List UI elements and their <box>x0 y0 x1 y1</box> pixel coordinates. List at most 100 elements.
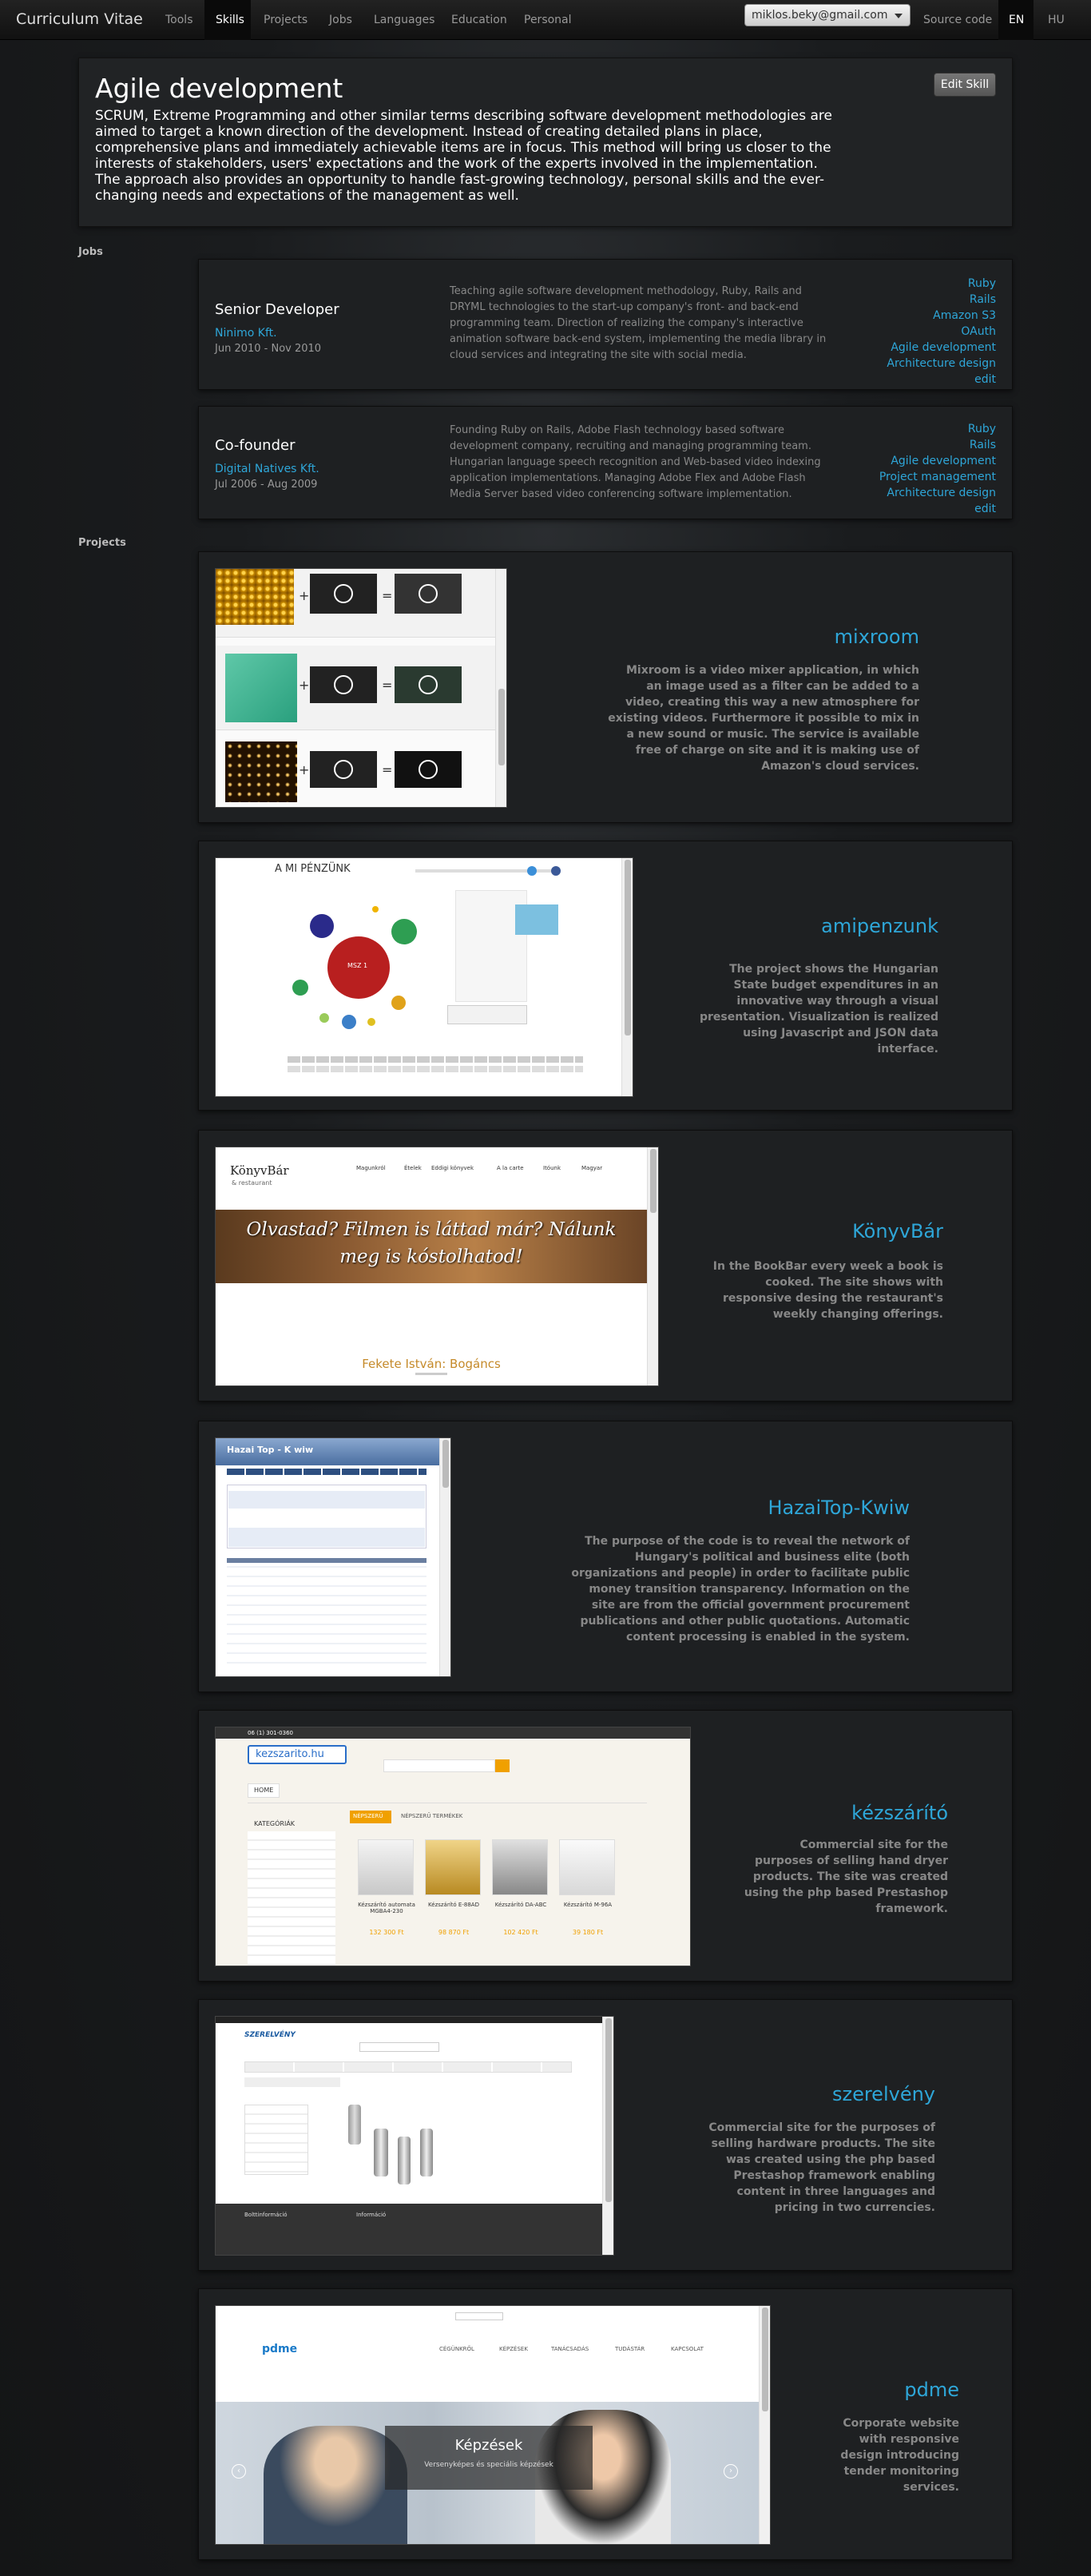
shot-menu-item: Magyar <box>581 1165 603 1171</box>
project-description: Mixroom is a video mixer application, in… <box>608 664 919 773</box>
nav-personal[interactable]: Personal <box>524 14 572 26</box>
shot-menu-item: Eddigi könyvek <box>431 1165 474 1171</box>
job-description: Teaching agile software development meth… <box>450 285 827 361</box>
project-panel: A MI PÉNZÜNK MSZ 1 amipenzunk The projec… <box>198 841 1013 1111</box>
top-navbar: Curriculum Vitae Tools Skills Projects J… <box>0 0 1091 40</box>
banner-title: Képzések <box>454 2437 523 2454</box>
shot-menu-item: KAPCSOLAT <box>671 2346 704 2352</box>
tag-ruby[interactable]: Ruby <box>887 276 996 292</box>
edit-job-link[interactable]: edit <box>879 501 996 517</box>
lang-hu[interactable]: HU <box>1048 14 1065 26</box>
tag-rails[interactable]: Rails <box>887 292 996 308</box>
project-name: kézszárító <box>851 1802 948 1824</box>
project-description: In the BookBar every week a book is cook… <box>712 1260 943 1321</box>
equals-icon: = <box>382 678 393 693</box>
tag-agile-development[interactable]: Agile development <box>887 340 996 356</box>
projects-section-label: Projects <box>78 537 126 549</box>
tag-architecture-design[interactable]: Architecture design <box>879 485 996 501</box>
shot-logo: pdme <box>262 2343 298 2355</box>
project-screenshot[interactable]: pdme CÉGÜNKRŐL KÉPZÉSEK TANÁCSADÁS TUDÁS… <box>215 2305 771 2545</box>
shot-footer-right: Információ <box>356 2212 387 2218</box>
jobs-section-label: Jobs <box>78 246 103 258</box>
scrollbar[interactable] <box>439 1438 450 1676</box>
tag-oauth[interactable]: OAuth <box>887 324 996 340</box>
product-price: 132 300 Ft <box>369 1929 404 1936</box>
tag-rails[interactable]: Rails <box>879 437 996 453</box>
banner-subtitle: Versenyképes és speciális képzések <box>424 2461 553 2469</box>
project-screenshot[interactable]: + = + = + = <box>215 568 507 808</box>
project-name: szerelvény <box>831 2083 935 2105</box>
project-panel: KönyvBár & restaurant Magunkról Ételek E… <box>198 1130 1013 1401</box>
scrollbar[interactable] <box>621 858 633 1096</box>
shot-menu-item: Magunkról <box>356 1165 386 1171</box>
project-name: HazaiTop-Kwiw <box>768 1497 910 1519</box>
equals-icon: = <box>382 762 393 777</box>
project-panel: SZERELVÉNY Bolttinformáció Információ sz… <box>198 1999 1013 2271</box>
plus-icon: + <box>299 588 310 603</box>
tag-project-management[interactable]: Project management <box>879 469 996 485</box>
job-tags: Ruby Rails Amazon S3 OAuth Agile develop… <box>887 276 996 388</box>
equals-icon: = <box>382 588 393 603</box>
job-role: Co-founder <box>215 437 296 454</box>
tag-amazon-s3[interactable]: Amazon S3 <box>887 308 996 324</box>
project-name: KönyvBár <box>852 1220 943 1242</box>
nav-tools[interactable]: Tools <box>165 14 193 26</box>
brand-title[interactable]: Curriculum Vitae <box>16 10 143 28</box>
product-name: Kézszárító M-96A <box>563 1902 613 1908</box>
product-name: Kézszárító DA-ABC <box>494 1902 547 1908</box>
nav-skills[interactable]: Skills <box>216 14 244 26</box>
scrollbar[interactable] <box>602 2017 613 2255</box>
nav-education[interactable]: Education <box>451 14 507 26</box>
filter-thumbnail <box>216 569 294 625</box>
project-name: pdme <box>904 2379 959 2401</box>
shot-logo: kezszarito.hu <box>256 1748 324 1760</box>
tag-architecture-design[interactable]: Architecture design <box>887 356 996 372</box>
project-screenshot[interactable]: KönyvBár & restaurant Magunkról Ételek E… <box>215 1147 659 1386</box>
nav-projects[interactable]: Projects <box>264 14 307 26</box>
job-company[interactable]: Ninimo Kft. <box>215 327 277 340</box>
job-dates: Jun 2010 - Nov 2010 <box>215 343 322 355</box>
email-select-value: miklos.beky@gmail.com <box>752 9 888 22</box>
shot-menu-item: TANÁCSADÁS <box>551 2346 589 2352</box>
shot-phone: 06 (1) 301-0360 <box>248 1730 293 1736</box>
job-company[interactable]: Digital Natives Kft. <box>215 463 319 475</box>
scrollbar[interactable] <box>647 1147 658 1385</box>
project-panel: Hazai Top - K wiw HazaiTop-Kwiw The purp… <box>198 1421 1013 1692</box>
product-name: Kézszárító automata MGBA4-230 <box>358 1902 415 1914</box>
skill-panel: Agile development SCRUM, Extreme Program… <box>78 58 1013 227</box>
project-description: Commercial site for the purposes of sell… <box>744 1839 948 1915</box>
job-panel: Senior Developer Ninimo Kft. Jun 2010 - … <box>198 259 1013 390</box>
job-panel: Co-founder Digital Natives Kft. Jul 2006… <box>198 406 1013 519</box>
project-screenshot[interactable]: Hazai Top - K wiw <box>215 1437 451 1677</box>
project-screenshot[interactable]: SZERELVÉNY Bolttinformáció Információ <box>215 2016 614 2256</box>
project-screenshot[interactable]: A MI PÉNZÜNK MSZ 1 <box>215 857 633 1097</box>
product-price: 39 180 Ft <box>572 1929 604 1936</box>
filter-thumbnail <box>225 654 297 722</box>
job-role: Senior Developer <box>215 301 339 318</box>
nav-jobs[interactable]: Jobs <box>329 14 352 26</box>
carousel-prev-icon[interactable]: ‹ <box>232 2464 246 2479</box>
edit-job-link[interactable]: edit <box>887 372 996 388</box>
scrollbar[interactable] <box>759 2306 770 2544</box>
job-tags: Ruby Rails Agile development Project man… <box>879 421 996 517</box>
job-dates: Jul 2006 - Aug 2009 <box>215 479 318 491</box>
shot-logo-sub: & restaurant <box>232 1179 272 1187</box>
carousel-next-icon[interactable]: › <box>724 2464 738 2479</box>
shot-title: A MI PÉNZÜNK <box>275 863 351 875</box>
shot-home: HOME <box>254 1787 274 1794</box>
project-screenshot[interactable]: 06 (1) 301-0360 kezszarito.hu HOME KATEG… <box>215 1727 691 1966</box>
shot-tab-popular: NÉPSZERŰ <box>353 1813 383 1819</box>
tag-ruby[interactable]: Ruby <box>879 421 996 437</box>
lang-en[interactable]: EN <box>1009 14 1024 26</box>
shot-categories: KATEGÓRIÁK <box>254 1820 296 1827</box>
skill-title: Agile development <box>95 73 343 104</box>
nav-languages[interactable]: Languages <box>374 14 434 26</box>
edit-skill-button[interactable]: Edit Skill <box>934 73 996 97</box>
shot-menu-item: KÉPZÉSEK <box>499 2346 528 2352</box>
nav-source-code[interactable]: Source code <box>923 14 992 26</box>
shot-menu-item: A la carte <box>497 1165 524 1171</box>
tag-agile-development[interactable]: Agile development <box>879 453 996 469</box>
plus-icon: + <box>299 678 310 693</box>
scrollbar[interactable] <box>495 569 506 807</box>
email-select[interactable]: miklos.beky@gmail.com <box>744 4 910 26</box>
